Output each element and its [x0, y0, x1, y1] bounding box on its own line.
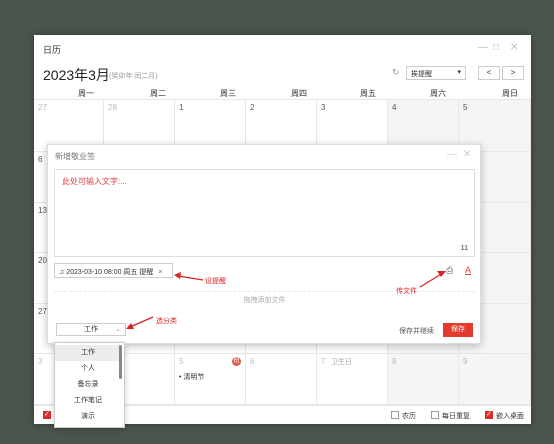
arrow-file: [419, 272, 444, 288]
arrow-reminder: [177, 275, 204, 281]
arrowhead-reminder: [174, 272, 181, 279]
arrow-category: [129, 316, 154, 328]
annotation-arrows: [126, 271, 446, 329]
